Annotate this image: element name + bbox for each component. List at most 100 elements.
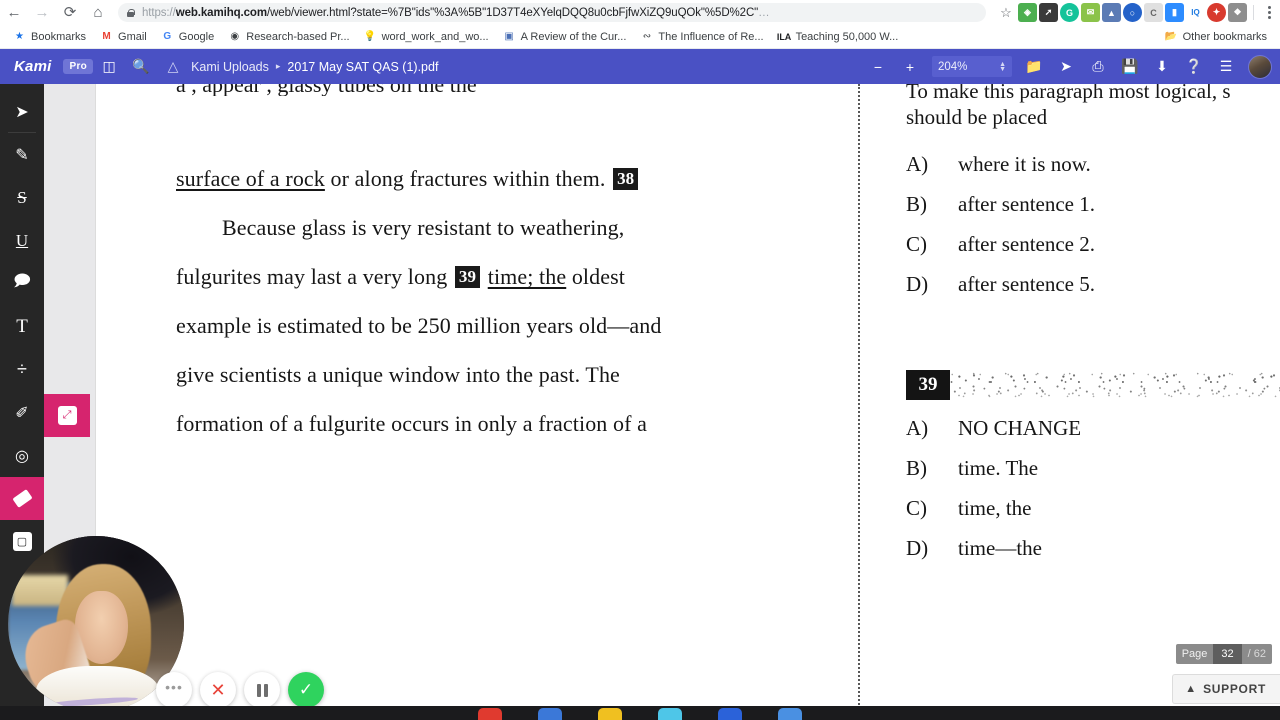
eraser-icon: [11, 489, 33, 508]
bookmark-item-research-based[interactable]: ◉ Research-based Pr...: [221, 28, 356, 45]
support-button[interactable]: ▲ SUPPORT: [1172, 674, 1280, 704]
search-icon[interactable]: 🔍: [127, 53, 155, 81]
chain-icon: ∾: [642, 31, 652, 42]
answer-choice[interactable]: A) where it is now.: [906, 144, 1280, 184]
passage-column: surface of a rock or along fractures wit…: [176, 84, 796, 448]
cancel-recording-button[interactable]: ✕: [200, 672, 236, 708]
kami-logo[interactable]: Kami: [8, 58, 57, 75]
os-taskbar: [0, 706, 1280, 720]
panel-toggle-icon[interactable]: ◫: [95, 53, 123, 81]
mountain-extension-icon[interactable]: ▲: [1102, 3, 1121, 22]
answer-choice[interactable]: D) after sentence 5.: [906, 264, 1280, 304]
pdf-viewer[interactable]: a , appear , glassy tubes on the the sur…: [44, 84, 1280, 720]
address-bar[interactable]: https://web.kamihq.com/web/viewer.html?s…: [118, 3, 986, 22]
folder-open-icon[interactable]: 📁: [1020, 53, 1048, 81]
minus-icon[interactable]: −: [864, 53, 892, 81]
taskbar-app-blue[interactable]: [538, 708, 562, 720]
hamburger-menu-icon[interactable]: ☰: [1212, 53, 1240, 81]
star-icon: ★: [15, 31, 24, 42]
underline-tool[interactable]: U: [0, 219, 44, 262]
reload-icon[interactable]: ⟳: [56, 0, 84, 25]
grammarly-extension-icon[interactable]: G: [1060, 3, 1079, 22]
other-bookmarks-button[interactable]: 📂 Other bookmarks: [1158, 28, 1274, 45]
red-circle-extension-icon[interactable]: ✦: [1207, 3, 1226, 22]
taskbar-app-indigo[interactable]: [718, 708, 742, 720]
evernote-extension-icon[interactable]: ◈: [1018, 3, 1037, 22]
iq-extension-icon[interactable]: IQ: [1186, 3, 1205, 22]
browser-toolbar: ← → ⟳ ⌂ https://web.kamihq.com/web/viewe…: [0, 0, 1280, 25]
google-drive-icon[interactable]: △: [159, 53, 187, 81]
back-icon[interactable]: ←: [0, 0, 28, 25]
forward-icon[interactable]: →: [28, 0, 56, 25]
home-icon[interactable]: ⌂: [84, 0, 112, 25]
bookmark-item-gmail[interactable]: M Gmail: [93, 28, 154, 45]
text-tool[interactable]: T: [0, 305, 44, 348]
taskbar-app-cyan[interactable]: [658, 708, 682, 720]
page-indicator[interactable]: Page 32 / 62: [1175, 644, 1272, 664]
plus-icon[interactable]: +: [896, 53, 924, 81]
choice-letter: C): [906, 496, 927, 520]
download-icon[interactable]: ⬇: [1148, 53, 1176, 81]
bookmark-item-influence-of-re[interactable]: ∾ The Influence of Re...: [633, 28, 770, 45]
passage-text: oldest: [566, 264, 625, 289]
comment-tool[interactable]: 🗩: [0, 262, 44, 305]
answer-choice[interactable]: C) after sentence 2.: [906, 224, 1280, 264]
question-number-badge: 39: [906, 370, 950, 400]
share-icon[interactable]: ➤: [1052, 53, 1080, 81]
bookmark-item-review-current[interactable]: ▣ A Review of the Cur...: [496, 28, 634, 45]
question-circle-icon[interactable]: ❔: [1180, 53, 1208, 81]
current-page-input[interactable]: 32: [1213, 644, 1242, 664]
printer-icon[interactable]: ⎙: [1084, 53, 1112, 81]
bookmark-item-teaching-50000[interactable]: ILA Teaching 50,000 W...: [771, 28, 906, 45]
taskbar-app-yellow[interactable]: [598, 708, 622, 720]
ila-icon: ILA: [776, 31, 792, 42]
underline-icon: U: [15, 230, 29, 250]
bookmark-label: Research-based Pr...: [246, 30, 350, 43]
choice-text: where it is now.: [958, 152, 1091, 176]
answer-choice[interactable]: A) NO CHANGE: [906, 408, 1280, 448]
gray-extension-icon[interactable]: ❖: [1228, 3, 1247, 22]
taskbar-app-red[interactable]: [478, 708, 502, 720]
choice-letter: D): [906, 272, 929, 296]
close-x-icon: ✕: [210, 679, 226, 700]
equation-tool[interactable]: ÷: [0, 348, 44, 391]
floppy-save-icon[interactable]: 💾: [1116, 53, 1144, 81]
bookmark-item-word-work[interactable]: 💡 word_work_and_wo...: [357, 28, 496, 45]
rocket-extension-icon[interactable]: ➚: [1039, 3, 1058, 22]
strikethrough-tool[interactable]: S: [0, 176, 44, 219]
bookmark-item-bookmarks[interactable]: ★ Bookmarks: [6, 28, 93, 45]
user-avatar[interactable]: [1248, 54, 1272, 79]
shapes-tool[interactable]: ◎: [0, 434, 44, 477]
draw-tool[interactable]: ✐: [0, 391, 44, 434]
question-39-header: 39: [906, 370, 1280, 402]
answer-choice[interactable]: B) after sentence 1.: [906, 184, 1280, 224]
finish-recording-button[interactable]: ✓: [288, 672, 324, 708]
underlined-phrase: time; the: [487, 264, 567, 289]
kebab-menu-icon[interactable]: [1258, 0, 1280, 25]
answer-choice[interactable]: C) time, the: [906, 488, 1280, 528]
pause-recording-button[interactable]: [244, 672, 280, 708]
select-tool[interactable]: ➤: [0, 90, 44, 133]
bookmark-star-icon[interactable]: ☆: [994, 0, 1018, 25]
zoom-extension-icon[interactable]: ▮: [1165, 3, 1184, 22]
loom-extension-icon[interactable]: ○: [1123, 3, 1142, 22]
breadcrumb-folder[interactable]: Kami Uploads: [191, 60, 269, 74]
eraser-tool[interactable]: [0, 477, 44, 520]
recorder-controls: ••• ✕ ✓: [156, 672, 324, 708]
taskbar-app-lightblue[interactable]: [778, 708, 802, 720]
choice-letter: B): [906, 456, 927, 480]
choice-letter: A): [906, 416, 929, 440]
bookmark-item-google[interactable]: G Google: [154, 28, 221, 45]
mail-extension-icon[interactable]: ✉: [1081, 3, 1100, 22]
c-extension-icon[interactable]: C: [1144, 3, 1163, 22]
folder-icon: 📂: [1164, 31, 1178, 42]
answer-choice[interactable]: B) time. The: [906, 448, 1280, 488]
erase-region-option[interactable]: ⤢: [44, 394, 90, 437]
more-options-button[interactable]: •••: [156, 672, 192, 708]
choice-text: NO CHANGE: [958, 416, 1082, 440]
zoom-level-select[interactable]: 204% ▲ ▼: [932, 56, 1012, 77]
bookmark-label: Google: [178, 30, 215, 43]
highlight-tool[interactable]: ✎: [0, 133, 44, 176]
question-stem-line-2: should be placed: [906, 105, 1048, 129]
answer-choice[interactable]: D) time—the: [906, 528, 1280, 568]
